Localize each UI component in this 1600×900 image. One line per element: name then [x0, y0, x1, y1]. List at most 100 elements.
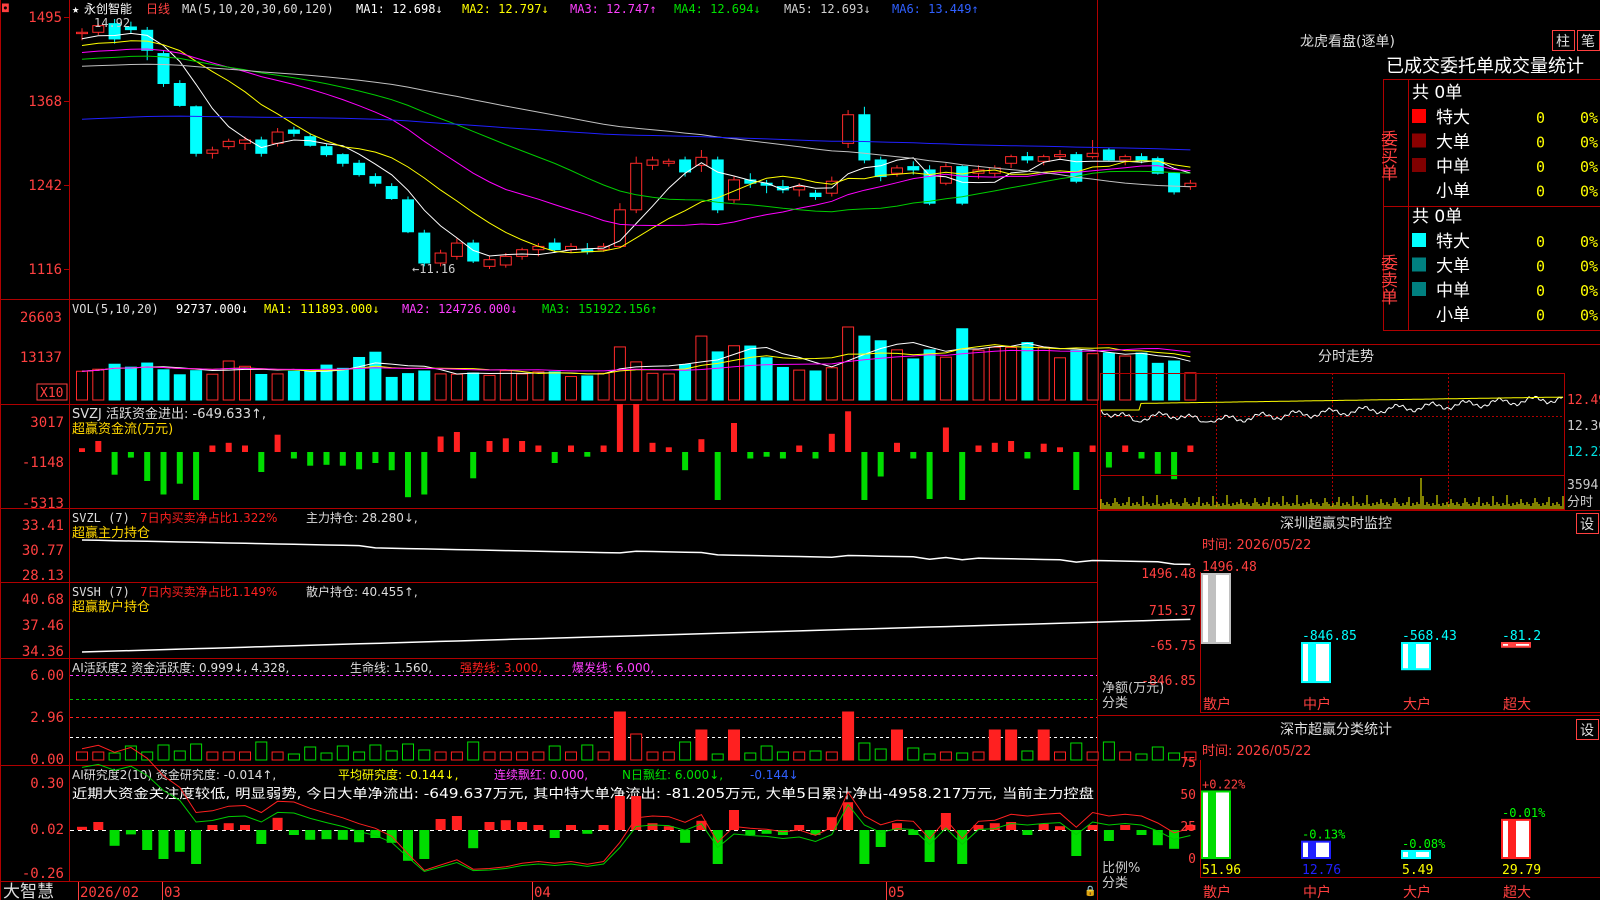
svzj-bar	[616, 404, 623, 452]
candle[interactable]	[1054, 149, 1066, 160]
volume-bar	[255, 373, 268, 401]
volume-bar	[206, 373, 219, 401]
candle[interactable]	[157, 50, 170, 87]
candle[interactable]	[711, 156, 724, 214]
volume-bar	[239, 365, 251, 401]
volume-bar	[467, 372, 480, 401]
sz-class-settings-label[interactable]: 设	[1580, 723, 1594, 739]
lhb-row: 中单 0 0%	[1412, 157, 1598, 177]
candle[interactable]	[287, 126, 300, 137]
candle[interactable]	[956, 165, 969, 206]
svzj-bar	[323, 452, 330, 465]
candle[interactable]	[369, 173, 382, 187]
research-bars	[77, 796, 1196, 864]
candle[interactable]	[695, 149, 708, 172]
candle[interactable]	[646, 156, 659, 170]
vol-ma2: MA2: 124726.000↓	[402, 302, 518, 316]
sz-monitor-settings-label[interactable]: 设	[1580, 517, 1594, 533]
tick-view-label[interactable]: 笔	[1581, 34, 1595, 50]
sz-monitor-value: -846.85	[1302, 629, 1357, 644]
svzj-bar	[959, 452, 966, 500]
ai-bar	[891, 729, 903, 761]
ai-bar	[467, 741, 480, 761]
volume-bar	[646, 372, 659, 401]
candle[interactable]	[173, 80, 186, 107]
candle[interactable]	[842, 110, 855, 148]
date-ticks	[78, 882, 887, 900]
candle[interactable]	[206, 146, 219, 159]
candle[interactable]	[418, 229, 431, 267]
lhb-row-label: 特大	[1436, 232, 1470, 252]
candle[interactable]	[353, 159, 366, 177]
svzj-bar	[356, 452, 363, 470]
volume-bar	[597, 372, 610, 401]
svzj-bar	[568, 445, 574, 452]
ai-bars	[76, 711, 1197, 761]
candle[interactable]	[1037, 154, 1050, 166]
candle[interactable]	[190, 105, 203, 157]
candle[interactable]	[239, 136, 251, 150]
ai-bar	[190, 743, 203, 761]
date-label: 04	[534, 885, 551, 900]
candle[interactable]	[385, 183, 398, 200]
candle[interactable]	[825, 176, 838, 197]
svzj-bar	[682, 452, 689, 471]
vol-tick: 26603	[20, 310, 62, 326]
candle[interactable]	[141, 26, 154, 61]
candle[interactable]	[1184, 179, 1197, 190]
sz-class-tick: 75	[1180, 756, 1196, 771]
candle[interactable]	[450, 238, 463, 260]
stock-name[interactable]: 永创智能	[84, 1, 132, 16]
app-logo[interactable]: 大智慧	[3, 882, 54, 900]
candle[interactable]	[1021, 151, 1034, 164]
price-candles[interactable]	[76, 18, 1197, 269]
ai-bar	[630, 733, 643, 761]
candle[interactable]	[336, 153, 349, 167]
candle[interactable]	[1086, 140, 1099, 159]
ai-bar	[923, 753, 936, 761]
ma1-value: MA1: 12.698↓	[356, 2, 443, 16]
svzj-bar	[1089, 445, 1096, 452]
candle[interactable]	[874, 156, 887, 182]
ai-bar	[353, 751, 366, 761]
research-bar	[272, 817, 283, 830]
candle[interactable]	[1070, 151, 1083, 184]
bar-view-label[interactable]: 柱	[1556, 34, 1570, 50]
candle[interactable]	[630, 156, 643, 214]
svzj-bar	[779, 452, 786, 459]
ai-bar	[450, 751, 463, 761]
candle[interactable]	[809, 189, 822, 200]
lhb-row: 小单 0 0%	[1412, 306, 1598, 326]
candle[interactable]	[760, 179, 773, 194]
candle[interactable]	[1168, 171, 1181, 195]
candle[interactable]	[565, 243, 577, 254]
candle[interactable]	[222, 138, 235, 150]
high-marker: 14.92	[94, 16, 130, 30]
volume-bar	[353, 356, 366, 401]
sz-monitor-cat: 超大	[1503, 697, 1531, 713]
candle[interactable]	[402, 196, 414, 234]
svzj-bar	[405, 452, 411, 498]
candle[interactable]	[1005, 154, 1018, 168]
volume-bar	[434, 373, 447, 401]
svzj-bar	[437, 436, 444, 452]
period-label[interactable]: 日线	[146, 2, 170, 16]
candle[interactable]	[1119, 154, 1132, 166]
lock-icon[interactable]: 🔒	[1084, 885, 1096, 897]
candle[interactable]	[548, 238, 561, 254]
research-bar	[321, 830, 332, 840]
research-bar	[533, 825, 544, 830]
candle[interactable]	[662, 158, 675, 167]
sz-class-xlabel: 分类	[1102, 876, 1128, 891]
ai-bar	[1037, 729, 1050, 761]
research-bar	[207, 825, 218, 830]
candle[interactable]	[320, 143, 333, 157]
candle[interactable]	[858, 106, 871, 164]
lhb-swatch	[1412, 109, 1426, 123]
lhb-row-label: 中单	[1436, 281, 1470, 301]
volume-bar	[369, 351, 382, 401]
candle[interactable]	[1102, 147, 1115, 162]
candle[interactable]	[776, 179, 789, 194]
volume-bar	[581, 375, 594, 401]
candle[interactable]	[483, 256, 496, 269]
